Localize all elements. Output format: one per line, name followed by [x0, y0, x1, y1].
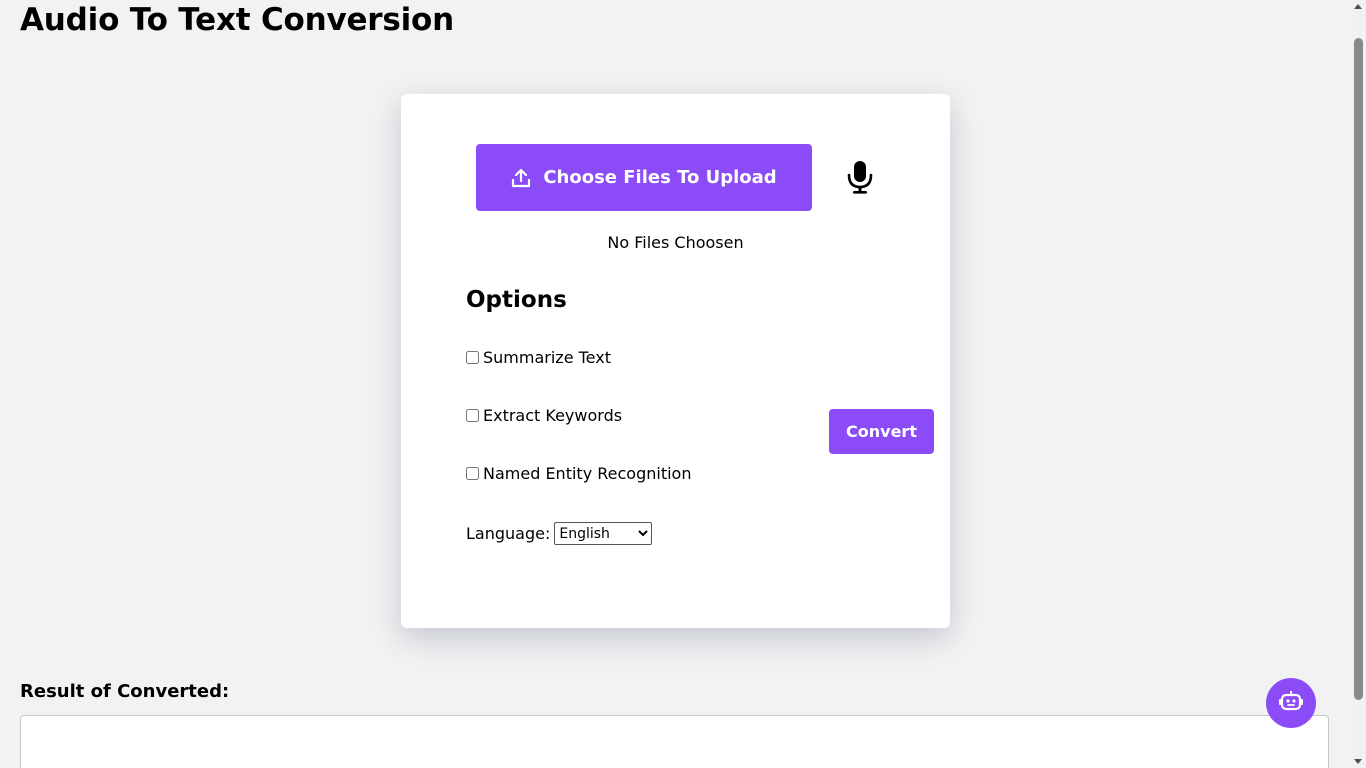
result-label: Result of Converted:: [20, 681, 230, 702]
convert-button[interactable]: Convert: [829, 409, 934, 454]
conversion-card: Choose Files To Upload No Files Choosen …: [401, 94, 950, 628]
named-entity-recognition-checkbox[interactable]: [466, 467, 479, 480]
scroll-down-arrow-icon[interactable]: [1354, 759, 1362, 764]
scroll-up-arrow-icon[interactable]: [1354, 4, 1362, 9]
robot-icon: [1279, 690, 1303, 716]
option-extract-keywords[interactable]: Extract Keywords: [466, 406, 622, 425]
language-label: Language:: [466, 524, 551, 543]
result-output-box[interactable]: [20, 715, 1329, 768]
file-status-text: No Files Choosen: [607, 233, 744, 252]
option-named-entity-recognition[interactable]: Named Entity Recognition: [466, 464, 691, 483]
option-summarize-text[interactable]: Summarize Text: [466, 348, 611, 367]
summarize-text-label: Summarize Text: [483, 348, 611, 367]
vertical-scrollbar[interactable]: [1351, 0, 1366, 768]
extract-keywords-checkbox[interactable]: [466, 409, 479, 422]
named-entity-recognition-label: Named Entity Recognition: [483, 464, 692, 483]
language-row: Language: English: [466, 522, 653, 545]
choose-files-label: Choose Files To Upload: [543, 167, 777, 188]
language-select[interactable]: English: [554, 522, 653, 545]
scrollbar-thumb[interactable]: [1354, 38, 1363, 700]
extract-keywords-label: Extract Keywords: [483, 406, 623, 425]
page-title: Audio To Text Conversion: [20, 2, 455, 38]
chatbot-button[interactable]: [1266, 678, 1316, 728]
choose-files-button[interactable]: Choose Files To Upload: [476, 144, 812, 211]
upload-icon: [511, 168, 531, 188]
page: Audio To Text Conversion Choose Files To…: [0, 0, 1366, 768]
summarize-text-checkbox[interactable]: [466, 351, 479, 364]
microphone-icon[interactable]: [845, 160, 875, 194]
options-heading: Options: [466, 287, 567, 313]
